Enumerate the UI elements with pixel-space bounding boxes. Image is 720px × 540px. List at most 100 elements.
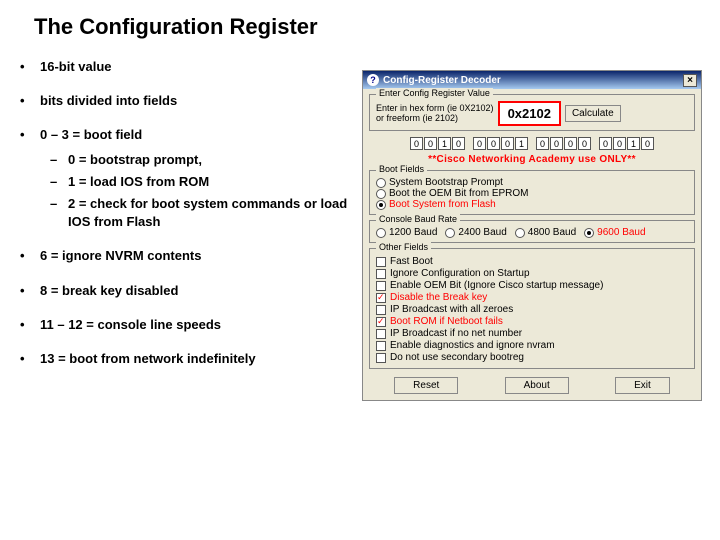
baud-group: Console Baud Rate 1200 Baud 2400 Baud 48… bbox=[369, 220, 695, 243]
option-label: 9600 Baud bbox=[597, 227, 645, 238]
sub-bullet: 2 = check for boot system commands or lo… bbox=[40, 195, 350, 231]
about-button[interactable]: About bbox=[505, 377, 569, 394]
checkbox-icon bbox=[376, 305, 386, 315]
bullet-item: 6 = ignore NVRM contents bbox=[20, 247, 350, 265]
checkbox-option[interactable]: Do not use secondary bootreg bbox=[376, 352, 688, 363]
hint-line: or freeform (ie 2102) bbox=[376, 113, 458, 123]
bullet-text: 0 – 3 = boot field bbox=[40, 127, 142, 142]
radio-option[interactable]: Boot the OEM Bit from EPROM bbox=[376, 188, 688, 199]
option-label: Ignore Configuration on Startup bbox=[390, 268, 530, 279]
bullet-item: 13 = boot from network indefinitely bbox=[20, 350, 350, 368]
bullet-item: 16-bit value bbox=[20, 58, 350, 76]
checkbox-icon bbox=[376, 329, 386, 339]
bullet-item: bits divided into fields bbox=[20, 92, 350, 110]
checkbox-icon bbox=[376, 293, 386, 303]
exit-button[interactable]: Exit bbox=[615, 377, 670, 394]
bullet-list: 16-bit value bits divided into fields 0 … bbox=[20, 58, 350, 384]
radio-option[interactable]: Boot System from Flash bbox=[376, 199, 688, 210]
option-label: Boot the OEM Bit from EPROM bbox=[389, 188, 528, 199]
bullet-item: 0 – 3 = boot field 0 = bootstrap prompt,… bbox=[20, 126, 350, 231]
hint-line: Enter in hex form (ie 0X2102) bbox=[376, 103, 494, 113]
bullet-item: 8 = break key disabled bbox=[20, 282, 350, 300]
radio-icon bbox=[376, 178, 386, 188]
close-icon[interactable]: × bbox=[683, 74, 697, 87]
register-value-input[interactable]: 0x2102 bbox=[498, 101, 561, 126]
option-label: Disable the Break key bbox=[390, 292, 487, 303]
bit: 0 bbox=[487, 137, 500, 150]
radio-option[interactable]: 4800 Baud bbox=[515, 227, 576, 238]
bit: 0 bbox=[424, 137, 437, 150]
checkbox-option[interactable]: Fast Boot bbox=[376, 256, 688, 267]
other-fields-group: Other Fields Fast Boot Ignore Configurat… bbox=[369, 248, 695, 369]
reset-button[interactable]: Reset bbox=[394, 377, 458, 394]
option-label: Boot System from Flash bbox=[389, 199, 496, 210]
sub-bullet: 0 = bootstrap prompt, bbox=[40, 151, 350, 169]
bit: 0 bbox=[599, 137, 612, 150]
titlebar: ? Config-Register Decoder × bbox=[363, 71, 701, 89]
checkbox-option[interactable]: Ignore Configuration on Startup bbox=[376, 268, 688, 279]
option-label: 1200 Baud bbox=[389, 227, 437, 238]
group-title: Console Baud Rate bbox=[376, 214, 460, 224]
calculate-button[interactable]: Calculate bbox=[565, 105, 621, 122]
checkbox-option[interactable]: Disable the Break key bbox=[376, 292, 688, 303]
help-icon: ? bbox=[367, 74, 379, 86]
radio-icon bbox=[376, 200, 386, 210]
bit: 0 bbox=[564, 137, 577, 150]
radio-icon bbox=[515, 228, 525, 238]
option-label: 2400 Baud bbox=[458, 227, 506, 238]
option-label: Enable diagnostics and ignore nvram bbox=[390, 340, 555, 351]
checkbox-icon bbox=[376, 353, 386, 363]
checkbox-icon bbox=[376, 257, 386, 267]
bit: 0 bbox=[452, 137, 465, 150]
radio-option[interactable]: 1200 Baud bbox=[376, 227, 437, 238]
decoder-window: ? Config-Register Decoder × Enter Config… bbox=[362, 70, 702, 401]
bit: 0 bbox=[613, 137, 626, 150]
radio-option[interactable]: 2400 Baud bbox=[445, 227, 506, 238]
checkbox-option[interactable]: Enable OEM Bit (Ignore Cisco startup mes… bbox=[376, 280, 688, 291]
bit: 0 bbox=[641, 137, 654, 150]
option-label: Fast Boot bbox=[390, 256, 433, 267]
button-bar: Reset About Exit bbox=[363, 371, 701, 400]
checkbox-icon bbox=[376, 281, 386, 291]
option-label: Boot ROM if Netboot fails bbox=[390, 316, 503, 327]
hint-text: Enter in hex form (ie 0X2102) or freefor… bbox=[376, 104, 494, 124]
bit: 1 bbox=[627, 137, 640, 150]
checkbox-option[interactable]: Boot ROM if Netboot fails bbox=[376, 316, 688, 327]
radio-option[interactable]: 9600 Baud bbox=[584, 227, 645, 238]
radio-option[interactable]: System Bootstrap Prompt bbox=[376, 177, 688, 188]
bit: 0 bbox=[550, 137, 563, 150]
checkbox-option[interactable]: IP Broadcast if no net number bbox=[376, 328, 688, 339]
radio-icon bbox=[445, 228, 455, 238]
checkbox-option[interactable]: Enable diagnostics and ignore nvram bbox=[376, 340, 688, 351]
bit: 1 bbox=[515, 137, 528, 150]
radio-icon bbox=[584, 228, 594, 238]
checkbox-icon bbox=[376, 317, 386, 327]
checkbox-icon bbox=[376, 269, 386, 279]
enter-value-group: Enter Config Register Value Enter in hex… bbox=[369, 94, 695, 131]
checkbox-option[interactable]: IP Broadcast with all zeroes bbox=[376, 304, 688, 315]
checkbox-icon bbox=[376, 341, 386, 351]
bit-display: 0010 0001 0000 0010 bbox=[369, 137, 695, 150]
boot-fields-group: Boot Fields System Bootstrap Prompt Boot… bbox=[369, 170, 695, 215]
group-title: Other Fields bbox=[376, 242, 431, 252]
sub-bullet: 1 = load IOS from ROM bbox=[40, 173, 350, 191]
bit: 0 bbox=[501, 137, 514, 150]
option-label: Enable OEM Bit (Ignore Cisco startup mes… bbox=[390, 280, 603, 291]
window-title: Config-Register Decoder bbox=[383, 75, 501, 86]
radio-icon bbox=[376, 189, 386, 199]
option-label: System Bootstrap Prompt bbox=[389, 177, 503, 188]
group-title: Boot Fields bbox=[376, 164, 427, 174]
bit: 0 bbox=[473, 137, 486, 150]
page-title: The Configuration Register bbox=[34, 14, 700, 40]
option-label: IP Broadcast with all zeroes bbox=[390, 304, 513, 315]
bit: 0 bbox=[536, 137, 549, 150]
bit: 1 bbox=[438, 137, 451, 150]
bit: 0 bbox=[410, 137, 423, 150]
radio-icon bbox=[376, 228, 386, 238]
bit: 0 bbox=[578, 137, 591, 150]
bullet-item: 11 – 12 = console line speeds bbox=[20, 316, 350, 334]
option-label: 4800 Baud bbox=[528, 227, 576, 238]
option-label: Do not use secondary bootreg bbox=[390, 352, 524, 363]
option-label: IP Broadcast if no net number bbox=[390, 328, 522, 339]
group-title: Enter Config Register Value bbox=[376, 88, 493, 98]
